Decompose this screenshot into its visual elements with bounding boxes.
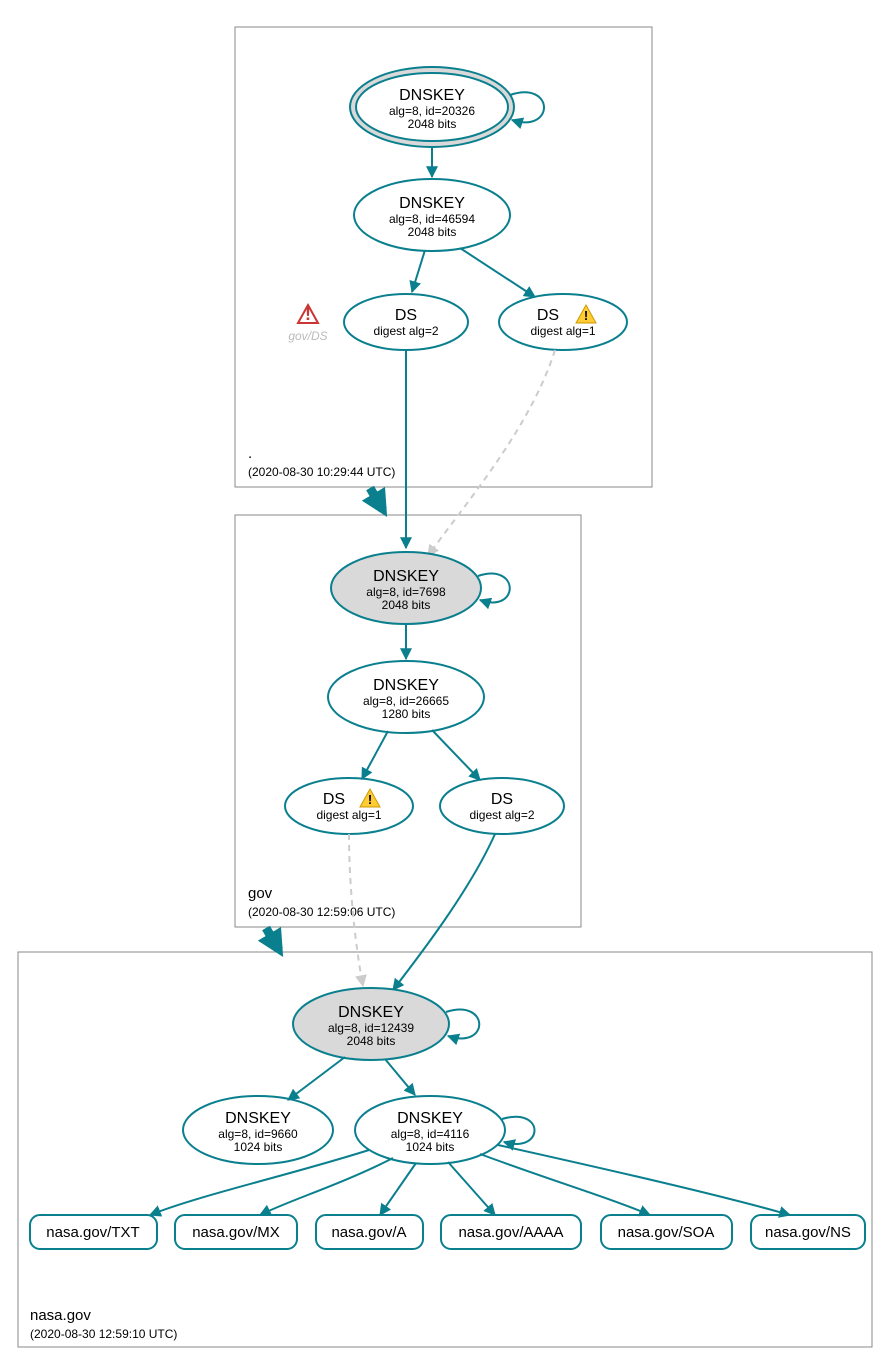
svg-text:DNSKEY: DNSKEY <box>225 1110 291 1127</box>
rrset-mx: nasa.gov/MX <box>175 1215 297 1249</box>
svg-text:1024 bits: 1024 bits <box>234 1140 283 1154</box>
svg-text:nasa.gov/TXT: nasa.gov/TXT <box>46 1224 139 1241</box>
edge-zsk2-a <box>380 1163 416 1215</box>
dnssec-diagram: DNSKEY alg=8, id=20326 2048 bits DNSKEY … <box>0 0 889 1354</box>
svg-text:alg=8, id=4116: alg=8, id=4116 <box>391 1127 470 1141</box>
gov-ds-label: gov/DS <box>288 329 327 343</box>
rrset-a: nasa.gov/A <box>316 1215 423 1249</box>
svg-text:DNSKEY: DNSKEY <box>373 677 439 694</box>
svg-text:nasa.gov/A: nasa.gov/A <box>331 1224 406 1241</box>
svg-text:alg=8, id=26665: alg=8, id=26665 <box>363 694 449 708</box>
svg-text:!: ! <box>584 308 588 323</box>
edge-ds1-to-govksk <box>428 350 555 556</box>
svg-text:nasa.gov/AAAA: nasa.gov/AAAA <box>458 1224 563 1241</box>
svg-text:DS: DS <box>491 791 513 808</box>
gov-zsk: DNSKEY alg=8, id=26665 1280 bits <box>328 661 484 733</box>
svg-text:1024 bits: 1024 bits <box>406 1140 455 1154</box>
edge-govzsk-ds1 <box>362 731 388 779</box>
svg-text:digest alg=1: digest alg=1 <box>530 324 595 338</box>
root-ds2: DS digest alg=2 <box>344 294 468 350</box>
svg-text:DS: DS <box>395 307 417 324</box>
zone-root-name: . <box>248 445 252 462</box>
nasa-ksk: DNSKEY alg=8, id=12439 2048 bits <box>293 988 449 1060</box>
svg-text:nasa.gov/MX: nasa.gov/MX <box>192 1224 280 1241</box>
edge-zone-root-to-gov <box>370 488 383 510</box>
edge-rootzsk-ds1 <box>460 248 535 297</box>
svg-text:2048 bits: 2048 bits <box>408 225 457 239</box>
svg-text:DS: DS <box>323 791 345 808</box>
zone-nasa-timestamp: (2020-08-30 12:59:10 UTC) <box>30 1327 177 1341</box>
gov-ds2: DS digest alg=2 <box>440 778 564 834</box>
rrset-ns: nasa.gov/NS <box>751 1215 865 1249</box>
svg-text:nasa.gov/SOA: nasa.gov/SOA <box>618 1224 715 1241</box>
nasa-zsk2-selfloop <box>502 1117 535 1144</box>
root-ds1: DS digest alg=1 ! <box>499 294 627 350</box>
gov-ksk: DNSKEY alg=8, id=7698 2048 bits <box>331 552 481 624</box>
zone-gov-timestamp: (2020-08-30 12:59:06 UTC) <box>248 905 395 919</box>
svg-text:alg=8, id=7698: alg=8, id=7698 <box>366 585 446 599</box>
svg-text:DNSKEY: DNSKEY <box>399 195 465 212</box>
svg-text:2048 bits: 2048 bits <box>382 598 431 612</box>
root-zsk: DNSKEY alg=8, id=46594 2048 bits <box>354 179 510 251</box>
zone-gov-name: gov <box>248 885 273 902</box>
svg-text:1280 bits: 1280 bits <box>382 707 431 721</box>
svg-text:digest alg=2: digest alg=2 <box>373 324 438 338</box>
svg-text:alg=8, id=12439: alg=8, id=12439 <box>328 1021 414 1035</box>
svg-text:digest alg=1: digest alg=1 <box>316 808 381 822</box>
svg-text:2048 bits: 2048 bits <box>347 1034 396 1048</box>
nasa-ksk-selfloop <box>446 1010 479 1039</box>
edge-zsk2-ns <box>498 1145 790 1215</box>
edge-zsk2-aaaa <box>448 1162 495 1215</box>
svg-text:alg=8, id=9660: alg=8, id=9660 <box>218 1127 298 1141</box>
gov-ksk-selfloop <box>478 574 510 603</box>
edge-rootzsk-ds2 <box>412 250 425 292</box>
edge-govzsk-ds2 <box>432 730 480 780</box>
edge-nasaksk-zsk1 <box>288 1057 345 1100</box>
rrset-txt: nasa.gov/TXT <box>30 1215 157 1249</box>
svg-text:digest alg=2: digest alg=2 <box>469 808 534 822</box>
edge-nasaksk-zsk2 <box>385 1059 415 1095</box>
rrset-aaaa: nasa.gov/AAAA <box>441 1215 581 1249</box>
svg-text:DS: DS <box>537 307 559 324</box>
svg-text:2048 bits: 2048 bits <box>408 117 457 131</box>
svg-text:alg=8, id=20326: alg=8, id=20326 <box>389 104 475 118</box>
svg-text:nasa.gov/NS: nasa.gov/NS <box>765 1224 851 1241</box>
edge-zsk2-soa <box>480 1154 650 1215</box>
rrset-soa: nasa.gov/SOA <box>601 1215 732 1249</box>
nasa-zsk1: DNSKEY alg=8, id=9660 1024 bits <box>183 1096 333 1164</box>
svg-text:DNSKEY: DNSKEY <box>397 1110 463 1127</box>
zone-nasa-name: nasa.gov <box>30 1307 91 1324</box>
edge-zsk2-mx <box>260 1158 393 1215</box>
svg-text:!: ! <box>368 792 372 807</box>
root-ksk: DNSKEY alg=8, id=20326 2048 bits <box>350 67 514 147</box>
edge-govds2-to-nasaksk <box>393 834 495 990</box>
zone-root-timestamp: (2020-08-30 10:29:44 UTC) <box>248 465 395 479</box>
svg-text:alg=8, id=46594: alg=8, id=46594 <box>389 212 475 226</box>
edge-zone-gov-to-nasa <box>266 928 279 950</box>
svg-text:DNSKEY: DNSKEY <box>399 87 465 104</box>
svg-text:!: ! <box>305 304 311 324</box>
svg-text:DNSKEY: DNSKEY <box>373 568 439 585</box>
svg-text:DNSKEY: DNSKEY <box>338 1004 404 1021</box>
nasa-zsk2: DNSKEY alg=8, id=4116 1024 bits <box>355 1096 505 1164</box>
gov-ds-missing-warn: ! <box>298 304 318 324</box>
root-ksk-selfloop <box>510 92 544 122</box>
gov-ds1: DS digest alg=1 ! <box>285 778 413 834</box>
